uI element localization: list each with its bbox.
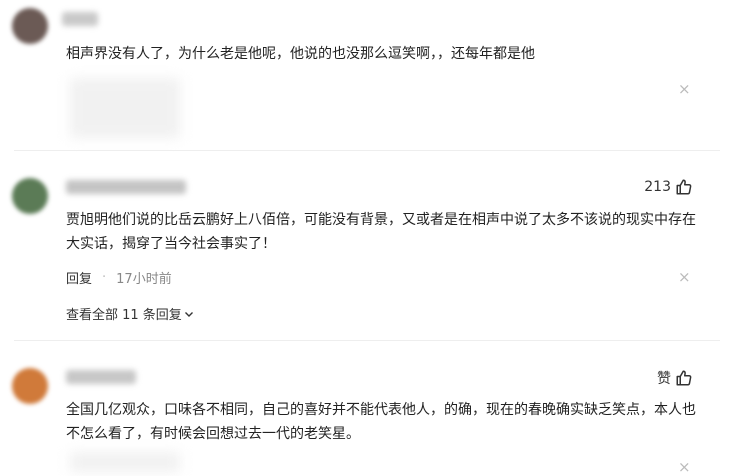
username-blurred[interactable] <box>66 180 186 194</box>
comment-text: 全国几亿观众，口味各不相同，自己的喜好并不能代表他人，的确，现在的春晚确实缺乏笑… <box>66 402 696 442</box>
comment-meta: 回复 · 17小时前 <box>66 268 172 287</box>
divider <box>14 150 720 151</box>
comment-3: 赞 全国几亿观众，口味各不相同，自己的喜好并不能代表他人，的确，现在的春晚确实缺… <box>0 350 729 476</box>
separator-dot: · <box>102 270 107 285</box>
close-icon[interactable]: × <box>678 268 691 286</box>
comment-text: 相声界没有人了，为什么老是他呢，他说的也没那么逗笑啊，，还每年都是他 <box>66 46 535 62</box>
close-icon[interactable]: × <box>678 80 691 98</box>
reply-button[interactable]: 回复 <box>66 268 92 287</box>
thumbs-up-icon[interactable] <box>675 178 693 196</box>
comment-text: 贾旭明他们说的比岳云鹏好上八佰倍，可能没有背景，又或者是在相声中说了太多不该说的… <box>66 212 696 252</box>
username-blurred[interactable] <box>62 12 98 26</box>
close-icon[interactable]: × <box>678 458 691 476</box>
timestamp: 17小时前 <box>116 272 172 287</box>
thumbs-up-icon[interactable] <box>675 369 693 387</box>
like-count: 213 <box>644 179 671 195</box>
username-blurred[interactable] <box>66 370 136 384</box>
avatar[interactable] <box>12 8 48 44</box>
like-button[interactable]: 213 <box>644 178 693 196</box>
comment-2: 213 贾旭明他们说的比岳云鹏好上八佰倍，可能没有背景，又或者是在相声中说了太多… <box>0 160 729 340</box>
divider <box>14 340 720 341</box>
avatar[interactable] <box>12 368 48 404</box>
like-label: 赞 <box>657 371 671 387</box>
chevron-down-icon <box>184 311 193 317</box>
view-replies-label: 查看全部 11 条回复 <box>66 308 182 323</box>
blurred-content <box>70 452 180 472</box>
like-button[interactable]: 赞 <box>657 368 693 388</box>
comment-1: 相声界没有人了，为什么老是他呢，他说的也没那么逗笑啊，，还每年都是他 × <box>0 0 729 150</box>
avatar[interactable] <box>12 178 48 214</box>
blurred-content <box>70 78 180 138</box>
view-all-replies-button[interactable]: 查看全部 11 条回复 <box>66 304 194 323</box>
